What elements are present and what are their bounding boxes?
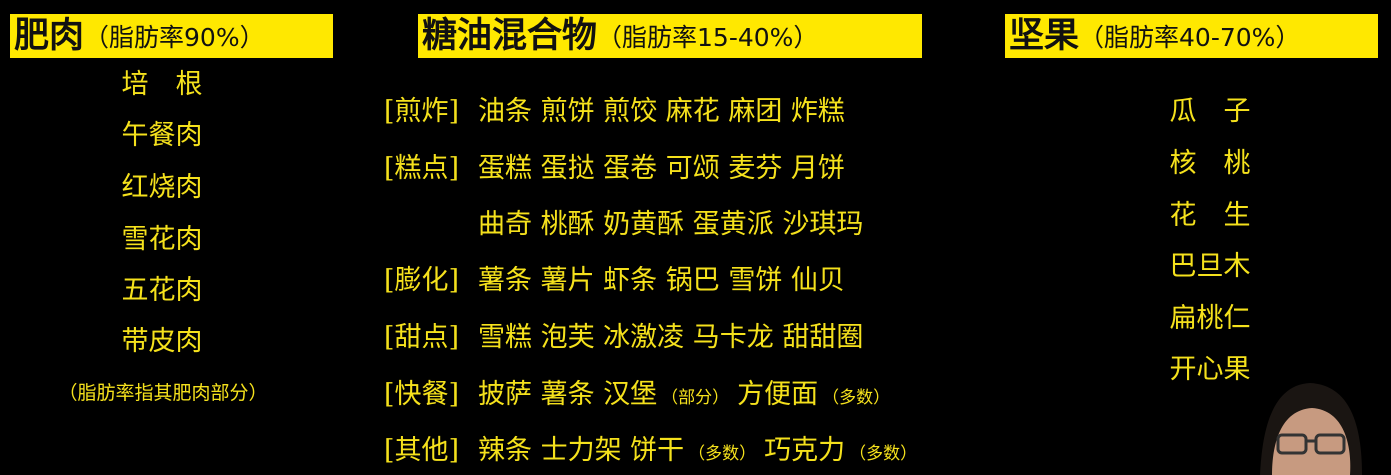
list-item: 雪花肉 xyxy=(121,224,203,255)
list-row: 曲奇 桃酥 奶黄酥 蛋黄派 沙琪玛 xyxy=(384,202,863,241)
row-note: （多数） xyxy=(688,444,757,464)
row-text: 辣条 士力架 饼干 xyxy=(478,435,685,466)
row-text: 曲奇 桃酥 奶黄酥 蛋黄派 沙琪玛 xyxy=(478,209,864,240)
row-text: 蛋糕 蛋挞 蛋卷 可颂 麦芬 月饼 xyxy=(478,153,845,184)
row-note-2: （多数） xyxy=(822,388,891,408)
category-label: [其他] xyxy=(384,435,460,466)
list-item: 开心果 xyxy=(1169,354,1251,385)
row-text: 薯条 薯片 虾条 锅巴 雪饼 仙贝 xyxy=(478,265,845,296)
list-item: 培 根 xyxy=(121,69,203,100)
header-subtitle: （脂肪率40-70%） xyxy=(1079,23,1301,52)
header-title: 糖油混合物 xyxy=(422,16,598,56)
row-text: 油条 煎饼 煎饺 麻花 麻团 炸糕 xyxy=(478,96,845,127)
footnote: （脂肪率指其肥肉部分） xyxy=(58,382,268,404)
list-item: 红烧肉 xyxy=(121,172,203,203)
list-item: 核 桃 xyxy=(1169,148,1251,179)
list-row: [甜点] 雪糕 泡芙 冰激凌 马卡龙 甜甜圈 xyxy=(384,315,863,354)
header-title: 坚果 xyxy=(1009,16,1080,56)
header-fat-meat: 肥肉 （脂肪率90%） xyxy=(10,14,333,58)
list-item: 扁桃仁 xyxy=(1169,303,1251,334)
list-item: 瓜 子 xyxy=(1169,96,1251,127)
list-item: 五花肉 xyxy=(121,275,203,306)
list-item: 带皮肉 xyxy=(121,326,203,357)
row-note: （部分） xyxy=(661,388,730,408)
list-item: 午餐肉 xyxy=(121,120,203,151)
header-nuts: 坚果 （脂肪率40-70%） xyxy=(1005,14,1378,58)
row-text: 雪糕 泡芙 冰激凌 马卡龙 甜甜圈 xyxy=(478,322,864,353)
list-item: 花 生 xyxy=(1169,200,1251,231)
row-text: 披萨 薯条 汉堡 xyxy=(478,379,658,410)
presenter-image xyxy=(1260,383,1362,475)
row-text-2: 方便面 xyxy=(737,379,819,410)
list-row: [膨化] 薯条 薯片 虾条 锅巴 雪饼 仙贝 xyxy=(384,258,845,297)
header-title: 肥肉 xyxy=(14,16,85,56)
header-subtitle: （脂肪率90%） xyxy=(84,23,265,52)
list-row: [煎炸] 油条 煎饼 煎饺 麻花 麻团 炸糕 xyxy=(384,89,845,128)
row-note-2: （多数） xyxy=(849,444,918,464)
row-text-2: 巧克力 xyxy=(764,435,846,466)
category-label: [煎炸] xyxy=(384,96,460,127)
list-row: [快餐] 披萨 薯条 汉堡 （部分） 方便面 （多数） xyxy=(384,372,898,411)
list-row: [糕点] 蛋糕 蛋挞 蛋卷 可颂 麦芬 月饼 xyxy=(384,146,845,185)
category-label: [糕点] xyxy=(384,153,460,184)
header-subtitle: （脂肪率15-40%） xyxy=(597,23,819,52)
category-label: [膨化] xyxy=(384,265,460,296)
category-label: [快餐] xyxy=(384,379,460,410)
header-sugar-oil: 糖油混合物 （脂肪率15-40%） xyxy=(418,14,922,58)
category-label: [甜点] xyxy=(384,322,460,353)
list-row: [其他] 辣条 士力架 饼干 （多数） 巧克力 （多数） xyxy=(384,428,925,467)
list-item: 巴旦木 xyxy=(1169,251,1251,282)
